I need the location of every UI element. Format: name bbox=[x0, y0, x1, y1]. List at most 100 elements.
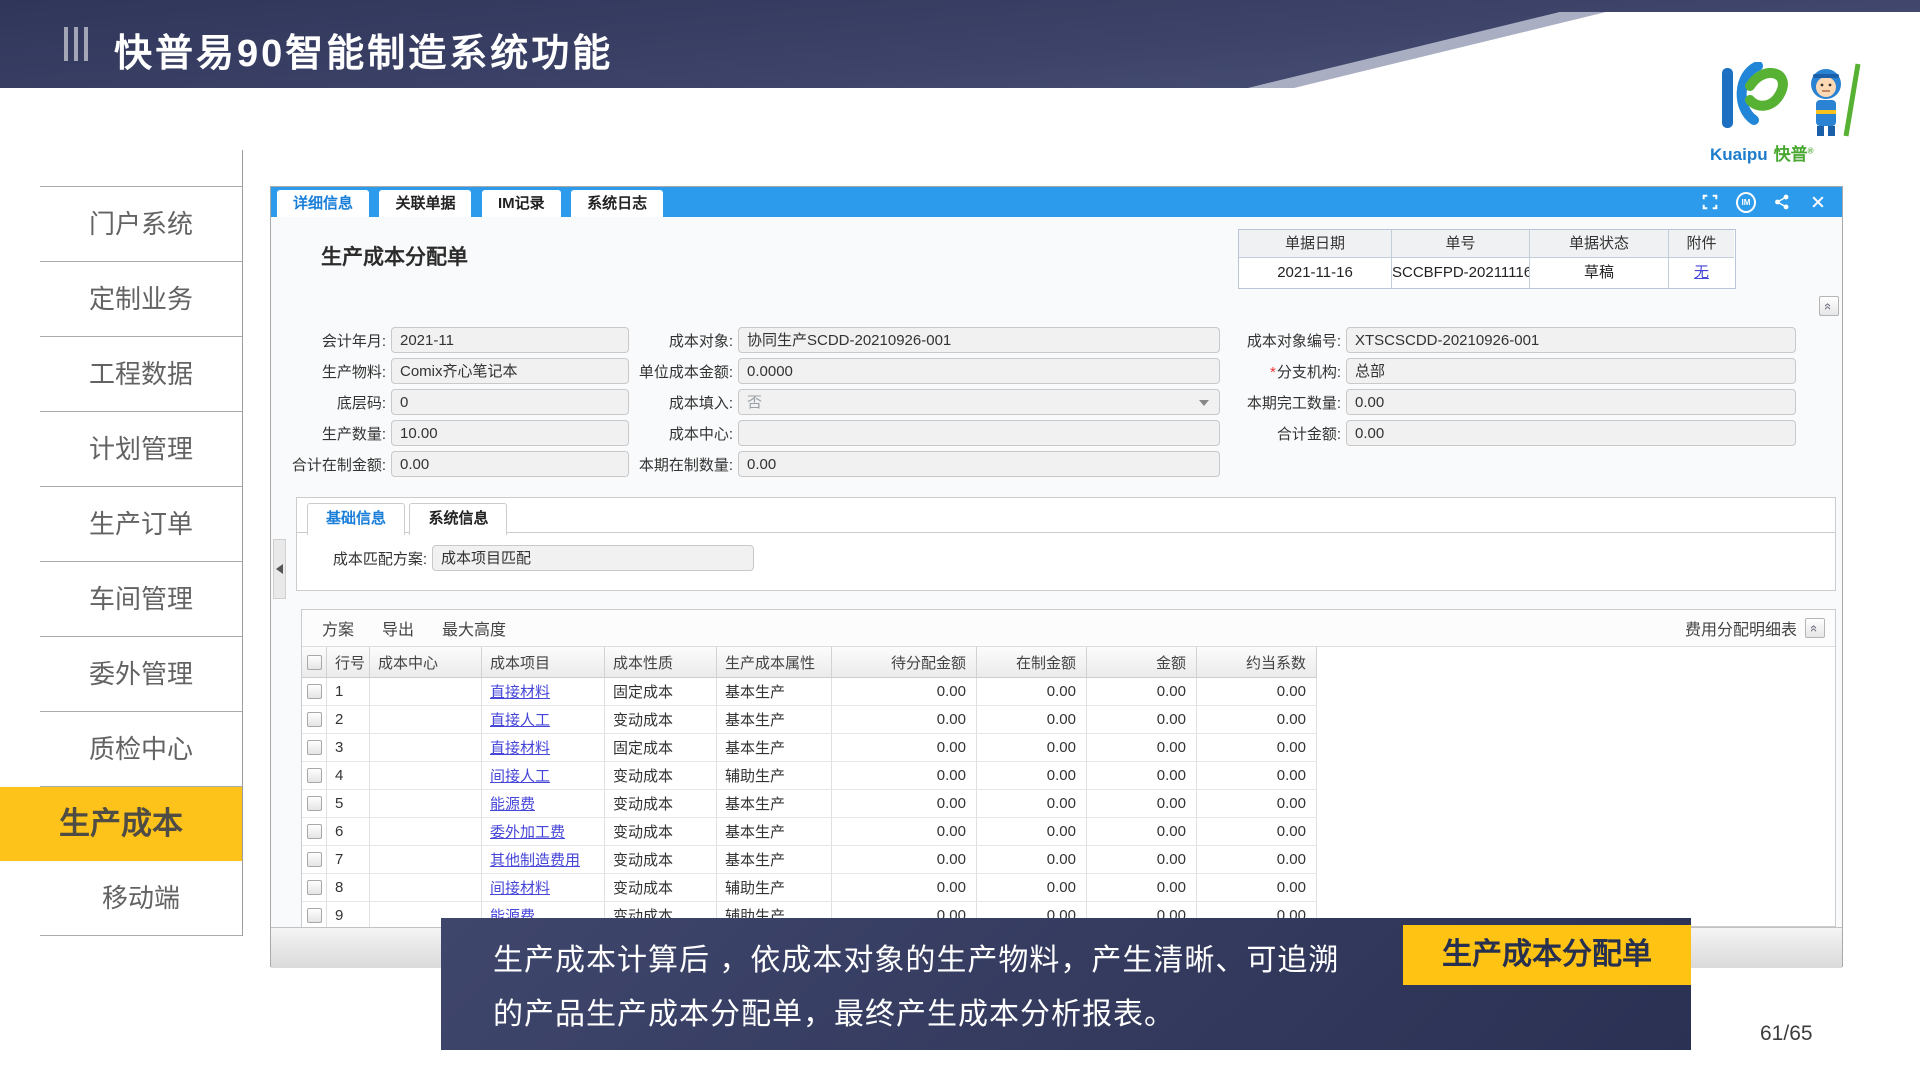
cell-amount: 0.00 bbox=[1087, 846, 1197, 873]
cost-item-link[interactable]: 委外加工费 bbox=[490, 821, 565, 842]
table-row[interactable]: 6 委外加工费 变动成本 基本生产 0.00 0.00 0.00 0.00 bbox=[302, 818, 1317, 846]
window-tab[interactable]: 系统日志 bbox=[571, 190, 663, 217]
column-header-wip-amount[interactable]: 在制金额 bbox=[977, 647, 1087, 677]
sidebar-item[interactable]: 生产订单 bbox=[40, 487, 242, 562]
field-input[interactable]: XTSCSCDD-20210926-001 bbox=[1346, 327, 1796, 353]
row-checkbox[interactable] bbox=[307, 824, 322, 839]
window-tab[interactable]: IM记录 bbox=[482, 190, 561, 217]
column-header-cost-nature[interactable]: 成本性质 bbox=[605, 647, 717, 677]
sidebar-item[interactable]: 车间管理 bbox=[40, 562, 242, 637]
table-row[interactable]: 1 直接材料 固定成本 基本生产 0.00 0.00 0.00 0.00 bbox=[302, 678, 1317, 706]
column-header-cost-attr[interactable]: 生产成本属性 bbox=[717, 647, 832, 677]
field-input[interactable]: 否 bbox=[738, 389, 1220, 415]
field-input[interactable]: 0.00 bbox=[1346, 420, 1796, 446]
row-checkbox[interactable] bbox=[307, 712, 322, 727]
table-row[interactable]: 5 能源费 变动成本 基本生产 0.00 0.00 0.00 0.00 bbox=[302, 790, 1317, 818]
cell-amount: 0.00 bbox=[1087, 734, 1197, 761]
field-input[interactable]: 0.00 bbox=[738, 451, 1220, 477]
field-label: 本期在制数量 bbox=[611, 454, 738, 475]
row-checkbox[interactable] bbox=[307, 908, 322, 923]
table-row[interactable]: 2 直接人工 变动成本 基本生产 0.00 0.00 0.00 0.00 bbox=[302, 706, 1317, 734]
cell-cost-nature: 变动成本 bbox=[605, 818, 717, 845]
field-label: 合计在制金额 bbox=[271, 454, 391, 475]
doc-info-header-row: 单据日期 单号 单据状态 附件 bbox=[1239, 230, 1735, 258]
sidebar-item[interactable]: 质检中心 bbox=[40, 712, 242, 787]
toolbar-item[interactable]: 方案 bbox=[322, 616, 354, 640]
cost-item-link[interactable]: 其他制造费用 bbox=[490, 849, 580, 870]
column-header-row-no[interactable]: 行号 bbox=[327, 647, 370, 677]
field-input[interactable]: 0.00 bbox=[391, 451, 629, 477]
column-header-cost-center[interactable]: 成本中心 bbox=[370, 647, 482, 677]
sidebar-item[interactable]: 委外管理 bbox=[40, 637, 242, 712]
field-input[interactable]: 10.00 bbox=[391, 420, 629, 446]
column-header-pending-amount[interactable]: 待分配金额 bbox=[832, 647, 977, 677]
field-input[interactable]: Comix齐心笔记本 bbox=[391, 358, 629, 384]
field-label: *分支机构 bbox=[1204, 361, 1346, 382]
cell-cost-attr: 基本生产 bbox=[717, 818, 832, 845]
sidebar-item[interactable]: 定制业务 bbox=[40, 262, 242, 337]
field-input[interactable]: 协同生产SCDD-20210926-001 bbox=[738, 327, 1220, 353]
row-checkbox[interactable] bbox=[307, 852, 322, 867]
share-icon[interactable] bbox=[1772, 192, 1792, 212]
form-field: *分支机构 总部 bbox=[1204, 358, 1796, 384]
column-header-cost-item[interactable]: 成本项目 bbox=[482, 647, 605, 677]
field-input[interactable]: 0 bbox=[391, 389, 629, 415]
sidebar-item[interactable]: 计划管理 bbox=[40, 412, 242, 487]
sidebar-item-label: 移动端 bbox=[102, 883, 180, 913]
field-label: 成本匹配方案 bbox=[317, 548, 432, 569]
cost-item-link[interactable]: 直接材料 bbox=[490, 681, 550, 702]
field-input[interactable] bbox=[738, 420, 1220, 446]
sidebar-item[interactable]: 工程数据 bbox=[40, 337, 242, 412]
cell-wip-amount: 0.00 bbox=[977, 818, 1087, 845]
field-input[interactable]: 总部 bbox=[1346, 358, 1796, 384]
doc-number-header: 单号 bbox=[1392, 230, 1530, 258]
cell-cost-nature: 变动成本 bbox=[605, 706, 717, 733]
sidebar-item[interactable]: 生产成本 bbox=[0, 787, 242, 861]
row-checkbox[interactable] bbox=[307, 768, 322, 783]
cost-item-link[interactable]: 直接材料 bbox=[490, 737, 550, 758]
table-row[interactable]: 8 间接材料 变动成本 辅助生产 0.00 0.00 0.00 0.00 bbox=[302, 874, 1317, 902]
header-bars-icon bbox=[64, 27, 88, 61]
row-checkbox[interactable] bbox=[307, 880, 322, 895]
column-header-amount[interactable]: 金额 bbox=[1087, 647, 1197, 677]
im-icon[interactable]: IM bbox=[1736, 192, 1756, 212]
form-title: 生产成本分配单 bbox=[321, 241, 468, 271]
window-tab[interactable]: 详细信息 bbox=[277, 190, 369, 217]
field-label: 成本中心 bbox=[611, 423, 738, 444]
sidebar-item[interactable]: 门户系统 bbox=[40, 187, 242, 262]
cost-item-link[interactable]: 间接人工 bbox=[490, 765, 550, 786]
row-checkbox[interactable] bbox=[307, 740, 322, 755]
sub-tab[interactable]: 基础信息 bbox=[307, 503, 405, 535]
collapse-header-button[interactable]: « bbox=[1819, 296, 1839, 316]
row-checkbox[interactable] bbox=[307, 796, 322, 811]
sidebar-item-label: 质检中心 bbox=[89, 734, 193, 764]
cost-item-link[interactable]: 间接材料 bbox=[490, 877, 550, 898]
panel-collapse-handle[interactable] bbox=[273, 539, 286, 599]
select-all-checkbox[interactable] bbox=[307, 655, 322, 670]
cost-match-field: 成本匹配方案 成本项目匹配 bbox=[317, 545, 1835, 571]
field-input[interactable]: 0.00 bbox=[1346, 389, 1796, 415]
row-checkbox[interactable] bbox=[307, 684, 322, 699]
sidebar-item-label: 生产订单 bbox=[89, 509, 193, 539]
table-row[interactable]: 7 其他制造费用 变动成本 基本生产 0.00 0.00 0.00 0.00 bbox=[302, 846, 1317, 874]
collapse-grid-button[interactable]: « bbox=[1805, 618, 1825, 638]
sidebar-item[interactable]: 移动端 bbox=[40, 861, 242, 936]
toolbar-item[interactable]: 导出 bbox=[382, 616, 414, 640]
field-label: 成本对象 bbox=[611, 330, 738, 351]
field-input[interactable]: 0.0000 bbox=[738, 358, 1220, 384]
slide-title: 快普易90智能制造系统功能 bbox=[114, 22, 613, 77]
cost-item-link[interactable]: 能源费 bbox=[490, 793, 535, 814]
window-tab[interactable]: 关联单据 bbox=[379, 190, 471, 217]
attachment-link[interactable]: 无 bbox=[1694, 264, 1709, 281]
table-row[interactable]: 3 直接材料 固定成本 基本生产 0.00 0.00 0.00 0.00 bbox=[302, 734, 1317, 762]
close-icon[interactable] bbox=[1808, 192, 1828, 212]
field-input[interactable]: 2021-11 bbox=[391, 327, 629, 353]
column-header-equiv-coeff[interactable]: 约当系数 bbox=[1197, 647, 1317, 677]
toolbar-item[interactable]: 最大高度 bbox=[442, 616, 506, 640]
expand-icon[interactable] bbox=[1700, 192, 1720, 212]
sub-tab[interactable]: 系统信息 bbox=[409, 503, 507, 535]
table-row[interactable]: 4 间接人工 变动成本 辅助生产 0.00 0.00 0.00 0.00 bbox=[302, 762, 1317, 790]
cell-equiv-coeff: 0.00 bbox=[1197, 846, 1317, 873]
cost-match-input[interactable]: 成本项目匹配 bbox=[432, 545, 754, 571]
cost-item-link[interactable]: 直接人工 bbox=[490, 709, 550, 730]
